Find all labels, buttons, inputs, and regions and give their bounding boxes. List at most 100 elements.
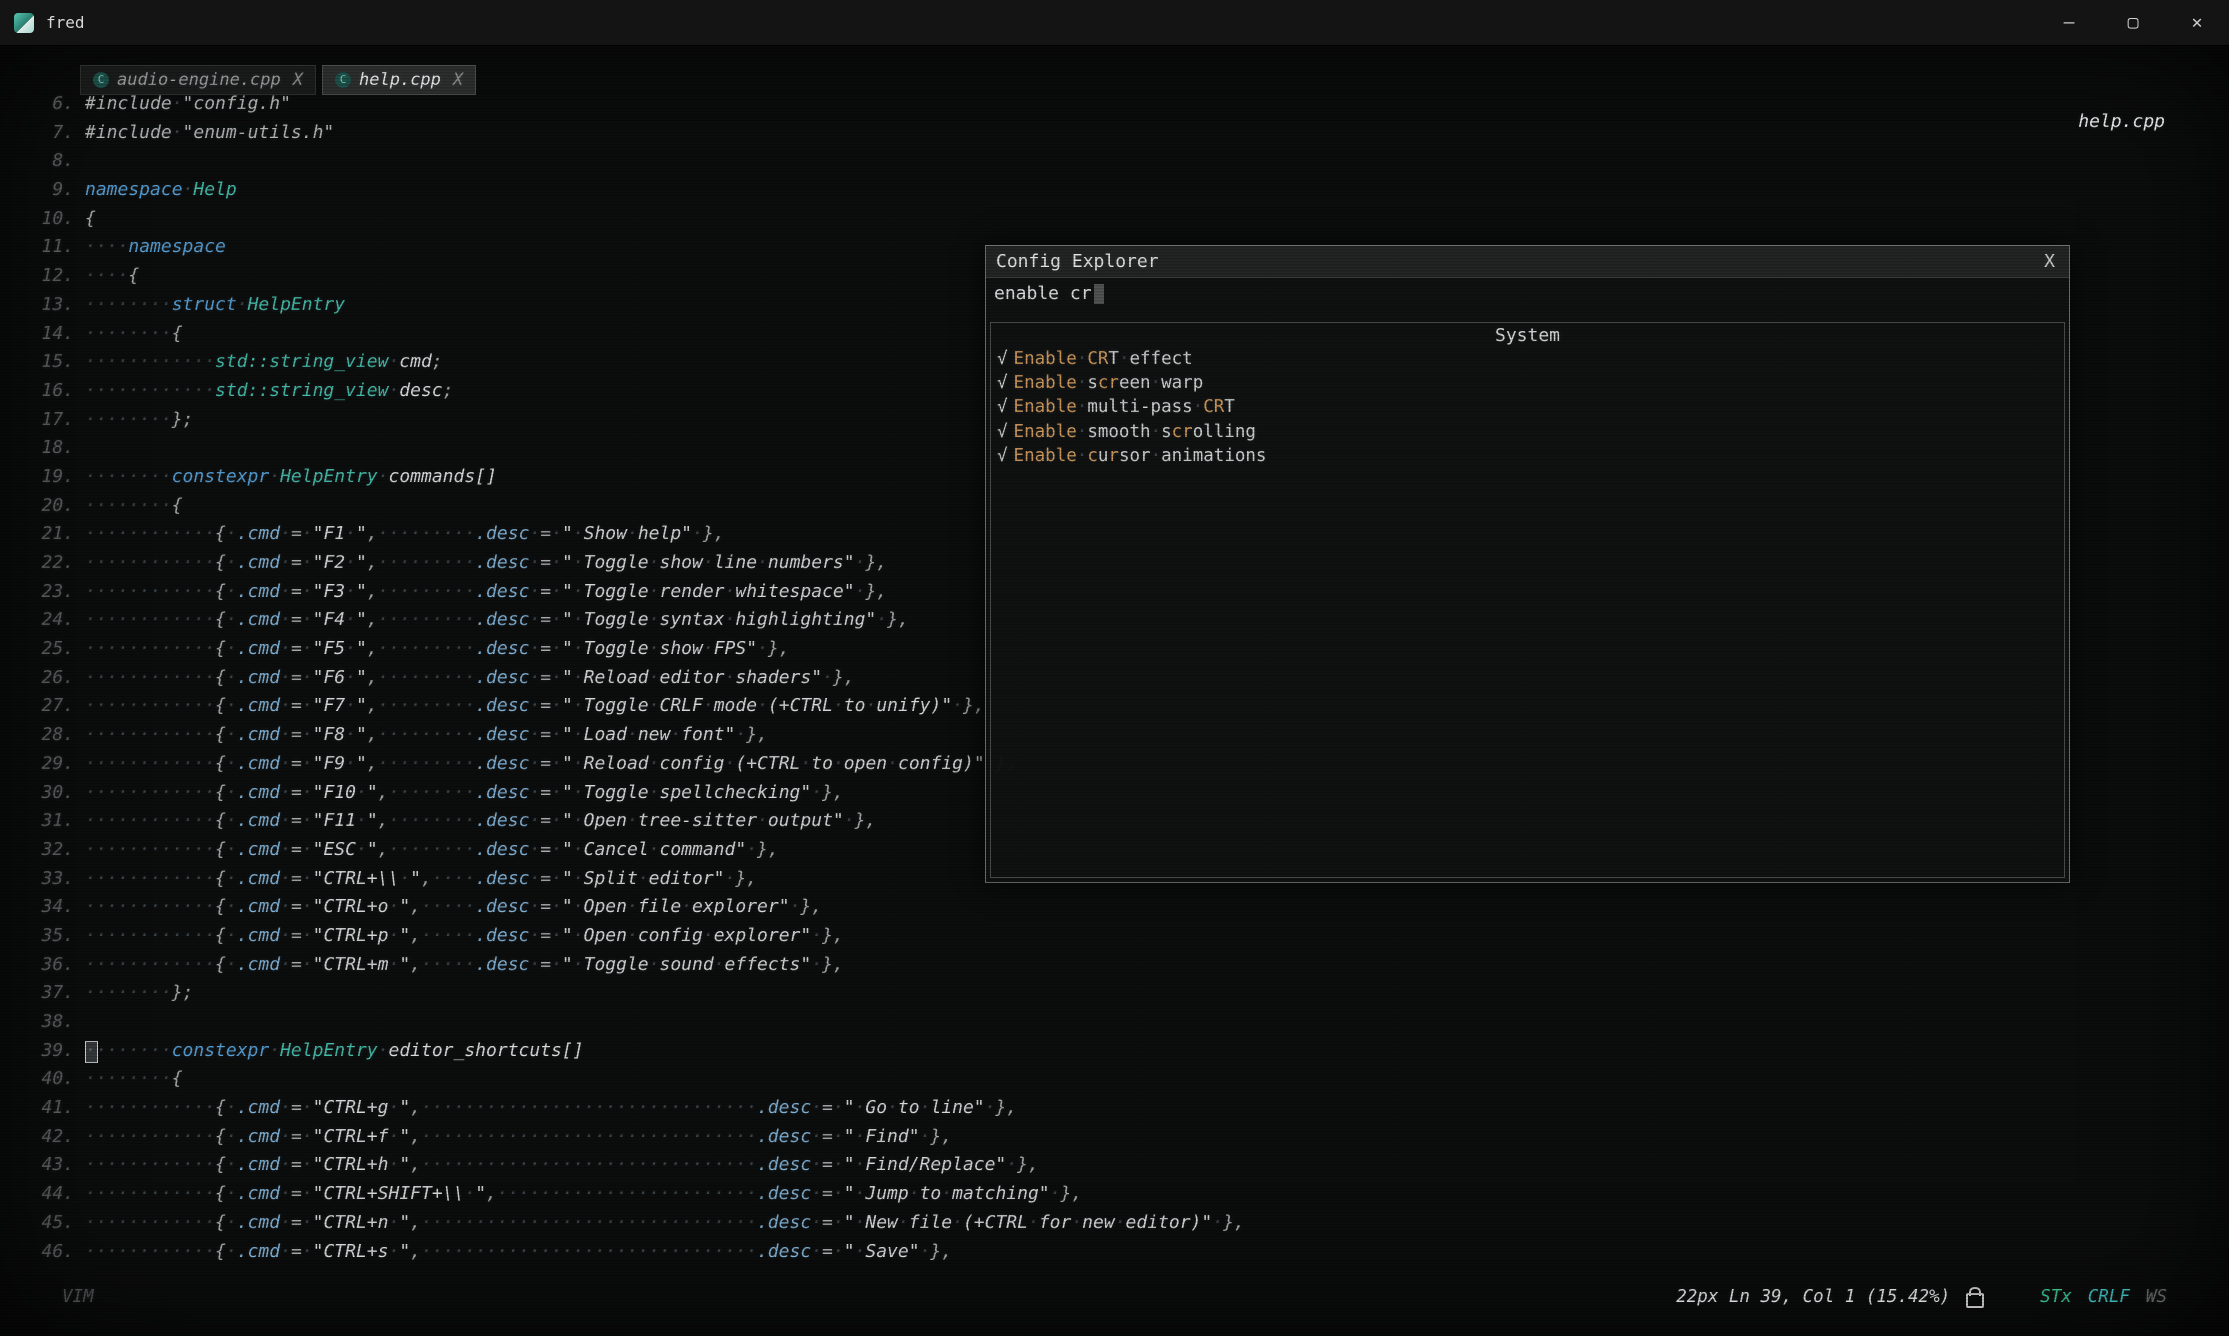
line-number: 34.: [0, 893, 74, 922]
status-flag-stx[interactable]: STx: [2040, 1287, 2072, 1307]
line-number: 6.: [0, 90, 74, 119]
config-options: √Enable·CRT·effect√Enable·screen·warp√En…: [991, 347, 2064, 468]
config-option-4[interactable]: √Enable·cursor·animations: [991, 444, 2064, 468]
line-number: 7.: [0, 119, 74, 148]
line-number: 28.: [0, 721, 74, 750]
window-controls: – ▢ ✕: [2037, 0, 2229, 45]
status-bar: VIM 22px Ln 39, Col 1 (15.42%) STx CRLF WS: [0, 1280, 2229, 1314]
code-line-7[interactable]: 7.#include·"enum-utils.h": [0, 119, 2229, 148]
tab-label: help.cpp: [359, 70, 441, 90]
tab-close-button[interactable]: X: [453, 70, 463, 90]
line-number: 29.: [0, 750, 74, 779]
tab-close-button[interactable]: X: [293, 70, 303, 90]
line-number: 45.: [0, 1209, 74, 1238]
status-flags: STx CRLF WS: [2040, 1287, 2167, 1307]
titlebar: fred – ▢ ✕: [0, 0, 2229, 46]
window-title: fred: [46, 13, 85, 32]
code-line-44[interactable]: 44.············{·.cmd·=·"CTRL+SHIFT+\\·"…: [0, 1180, 2229, 1209]
line-number: 21.: [0, 520, 74, 549]
line-number: 16.: [0, 377, 74, 406]
line-number: 13.: [0, 291, 74, 320]
tab-help.cpp[interactable]: Chelp.cpp X: [322, 65, 476, 95]
config-search-input[interactable]: enable cr: [986, 278, 2069, 309]
app-icon: [14, 13, 34, 33]
tab-label: audio-engine.cpp: [117, 70, 281, 90]
code-line-46[interactable]: 46.············{·.cmd·=·"CTRL+s·",······…: [0, 1238, 2229, 1267]
cpp-file-icon: C: [335, 72, 351, 88]
tab-audio-engine.cpp[interactable]: Caudio-engine.cpp X: [80, 65, 316, 95]
line-number: 35.: [0, 922, 74, 951]
cursor-position-info: 22px Ln 39, Col 1 (15.42%): [1676, 1287, 1950, 1307]
line-number: 11.: [0, 233, 74, 262]
code-line-39[interactable]: 39.········constexpr·HelpEntry·editor_sh…: [0, 1037, 2229, 1066]
line-number: 9.: [0, 176, 74, 205]
code-line-45[interactable]: 45.············{·.cmd·=·"CTRL+n·",······…: [0, 1209, 2229, 1238]
line-number: 8.: [0, 147, 74, 176]
config-explorer-popup: Config Explorer X enable cr System √Enab…: [985, 245, 2070, 883]
line-number: 19.: [0, 463, 74, 492]
close-button[interactable]: ✕: [2165, 0, 2229, 45]
popup-title: Config Explorer: [996, 251, 1159, 272]
line-number: 40.: [0, 1065, 74, 1094]
config-option-1[interactable]: √Enable·screen·warp: [991, 371, 2064, 395]
line-number: 44.: [0, 1180, 74, 1209]
checkmark-icon: √: [997, 349, 1008, 369]
config-option-0[interactable]: √Enable·CRT·effect: [991, 347, 2064, 371]
code-line-41[interactable]: 41.············{·.cmd·=·"CTRL+g·",······…: [0, 1094, 2229, 1123]
line-number: 46.: [0, 1238, 74, 1267]
line-number: 36.: [0, 951, 74, 980]
config-section-header: System: [991, 325, 2064, 347]
line-number: 14.: [0, 320, 74, 349]
code-line-40[interactable]: 40.········{: [0, 1065, 2229, 1094]
line-number: 43.: [0, 1151, 74, 1180]
minimize-button[interactable]: –: [2037, 0, 2101, 45]
code-line-43[interactable]: 43.············{·.cmd·=·"CTRL+h·",······…: [0, 1151, 2229, 1180]
status-flag-crlf[interactable]: CRLF: [2088, 1287, 2130, 1307]
line-number: 26.: [0, 664, 74, 693]
config-option-3[interactable]: √Enable·smooth·scrolling: [991, 420, 2064, 444]
search-text: enable cr: [994, 283, 1092, 304]
line-number: 39.: [0, 1037, 74, 1066]
cpp-file-icon: C: [93, 72, 109, 88]
code-line-37[interactable]: 37.········};: [0, 979, 2229, 1008]
line-number: 41.: [0, 1094, 74, 1123]
checkmark-icon: √: [997, 446, 1008, 466]
popup-titlebar: Config Explorer X: [986, 246, 2069, 278]
editor-cursor: [85, 1041, 98, 1063]
status-flag-ws[interactable]: WS: [2146, 1287, 2167, 1307]
line-number: 27.: [0, 692, 74, 721]
editor-screen: 6.#include·"config.h"7.#include·"enum-ut…: [0, 45, 2229, 1336]
line-number: 30.: [0, 779, 74, 808]
code-line-38[interactable]: 38.: [0, 1008, 2229, 1037]
current-file-label: help.cpp: [2078, 111, 2165, 132]
vim-mode-indicator: VIM: [62, 1287, 94, 1307]
line-number: 22.: [0, 549, 74, 578]
lock-icon: [1966, 1293, 1984, 1308]
checkmark-icon: √: [997, 397, 1008, 417]
line-number: 31.: [0, 807, 74, 836]
config-option-2[interactable]: √Enable·multi-pass·CRT: [991, 395, 2064, 419]
code-line-8[interactable]: 8.: [0, 147, 2229, 176]
line-number: 25.: [0, 635, 74, 664]
line-number: 37.: [0, 979, 74, 1008]
maximize-button[interactable]: ▢: [2101, 0, 2165, 45]
code-line-35[interactable]: 35.············{·.cmd·=·"CTRL+p·",·····.…: [0, 922, 2229, 951]
line-number: 33.: [0, 865, 74, 894]
line-number: 17.: [0, 406, 74, 435]
line-number: 10.: [0, 205, 74, 234]
tab-bar: Caudio-engine.cpp X Chelp.cpp X: [80, 65, 476, 95]
code-line-42[interactable]: 42.············{·.cmd·=·"CTRL+f·",······…: [0, 1123, 2229, 1152]
checkmark-icon: √: [997, 422, 1008, 442]
line-number: 24.: [0, 606, 74, 635]
code-line-36[interactable]: 36.············{·.cmd·=·"CTRL+m·",·····.…: [0, 951, 2229, 980]
code-line-34[interactable]: 34.············{·.cmd·=·"CTRL+o·",·····.…: [0, 893, 2229, 922]
line-number: 18.: [0, 434, 74, 463]
config-option-list: System √Enable·CRT·effect√Enable·screen·…: [990, 322, 2065, 878]
code-line-10[interactable]: 10.{: [0, 205, 2229, 234]
text-cursor-icon: [1094, 284, 1104, 304]
popup-close-button[interactable]: X: [2040, 251, 2059, 272]
code-line-9[interactable]: 9.namespace·Help: [0, 176, 2229, 205]
line-number: 15.: [0, 348, 74, 377]
line-number: 32.: [0, 836, 74, 865]
line-number: 12.: [0, 262, 74, 291]
